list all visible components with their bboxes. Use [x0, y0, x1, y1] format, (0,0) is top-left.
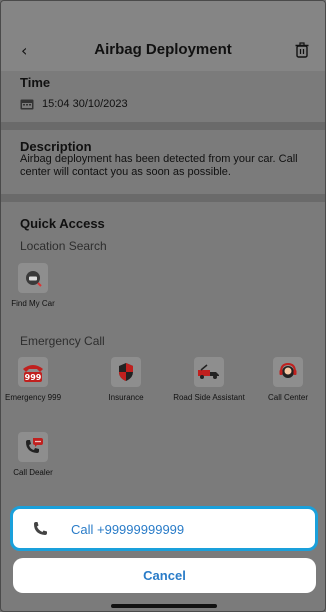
call-dealer-tile[interactable]: Call Dealer — [1, 432, 65, 477]
tile-label: Insurance — [108, 393, 144, 402]
call-center-tile[interactable]: Call Center — [248, 357, 325, 402]
location-search-title: Location Search — [20, 239, 107, 253]
emergency-999-tile[interactable]: 999 Emergency 999 — [1, 357, 65, 402]
emergency-call-title: Emergency Call — [20, 334, 105, 348]
tile-icon-box — [18, 432, 48, 462]
tile-icon-box — [111, 357, 141, 387]
tile-icon-box — [194, 357, 224, 387]
tile-icon-box — [18, 263, 48, 293]
emergency-phone-icon: 999 — [23, 365, 43, 382]
tile-icon-box: 999 — [18, 357, 48, 387]
header: ‹ Airbag Deployment — [1, 1, 325, 71]
divider — [1, 122, 325, 130]
tow-truck-icon — [198, 364, 219, 379]
divider — [1, 194, 325, 202]
home-indicator — [111, 604, 217, 608]
insurance-tile[interactable]: Insurance — [86, 357, 166, 402]
svg-text:999: 999 — [25, 373, 42, 382]
car-search-icon — [26, 271, 42, 287]
tile-label: Emergency 999 — [4, 393, 62, 402]
description-text: Airbag deployment has been detected from… — [20, 153, 298, 178]
tile-label: Road Side Assistant — [173, 393, 245, 402]
cancel-button[interactable]: Cancel — [13, 558, 316, 593]
tile-label: Call Dealer — [13, 468, 53, 477]
road-side-assistant-tile[interactable]: Road Side Assistant — [169, 357, 249, 402]
quick-access-title: Quick Access — [20, 216, 105, 231]
phone-icon — [34, 522, 47, 535]
shield-icon — [119, 363, 133, 381]
find-my-car-tile[interactable]: Find My Car — [1, 263, 65, 308]
trash-icon[interactable] — [293, 41, 311, 59]
call-label: Call +99999999999 — [71, 522, 185, 537]
call-button[interactable]: Call +99999999999 — [10, 506, 318, 551]
page-title: Airbag Deployment — [94, 41, 232, 58]
cancel-label: Cancel — [143, 568, 186, 583]
tile-label: Find My Car — [11, 299, 55, 308]
time-row: 15:04 30/10/2023 — [20, 98, 128, 110]
calendar-icon — [20, 99, 34, 110]
app-screen: ‹ Airbag Deployment Time 15:04 30/10/202… — [0, 0, 326, 612]
tile-label: Call Center — [267, 393, 308, 402]
phone-chat-icon — [26, 438, 43, 453]
headset-icon — [279, 362, 297, 378]
description-title: Description — [20, 139, 92, 154]
tile-icon-box — [273, 357, 303, 387]
time-title: Time — [20, 75, 51, 90]
time-value: 15:04 30/10/2023 — [42, 98, 128, 110]
